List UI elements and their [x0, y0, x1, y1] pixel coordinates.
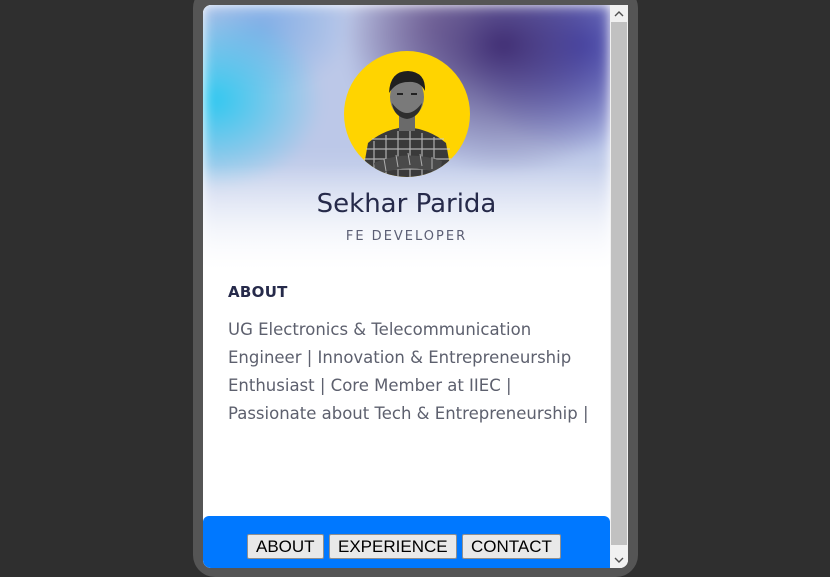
profile-role: FE DEVELOPER	[345, 229, 468, 244]
nav-experience-button[interactable]: EXPERIENCE	[329, 534, 457, 559]
bottom-nav: ABOUT EXPERIENCE CONTACT	[203, 516, 610, 568]
avatar	[344, 51, 470, 177]
person-photo	[362, 71, 452, 177]
profile-content: Sekhar Parida FE DEVELOPER ABOUT UG Elec…	[203, 5, 610, 568]
about-text: UG Electronics & Telecommunication Engin…	[228, 320, 589, 423]
nav-about-button[interactable]: ABOUT	[247, 534, 324, 559]
about-heading: ABOUT	[228, 283, 288, 301]
chevron-down-icon[interactable]	[610, 551, 628, 568]
scrollbar-thumb[interactable]	[611, 22, 627, 545]
chevron-up-icon[interactable]	[610, 5, 628, 22]
vertical-scrollbar[interactable]	[610, 5, 628, 568]
profile-name: Sekhar Parida	[316, 189, 497, 219]
nav-contact-button[interactable]: CONTACT	[462, 534, 561, 559]
profile-card: Sekhar Parida FE DEVELOPER ABOUT UG Elec…	[203, 5, 628, 568]
device-frame: Sekhar Parida FE DEVELOPER ABOUT UG Elec…	[193, 0, 638, 577]
